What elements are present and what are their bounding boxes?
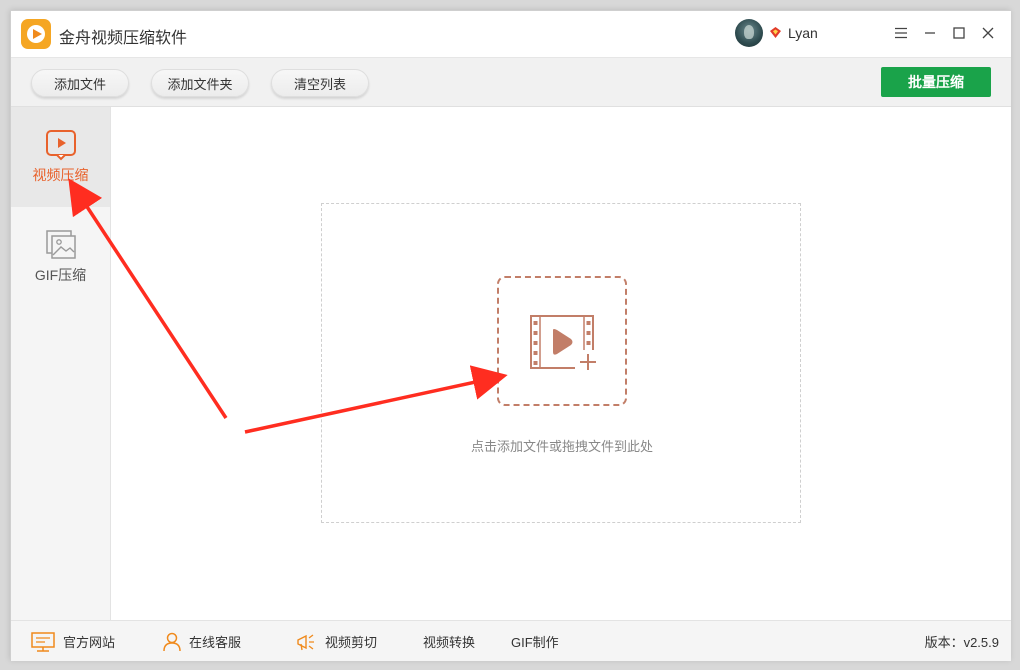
video-convert-link[interactable]: 视频转换 xyxy=(423,621,475,662)
vip-badge-icon xyxy=(770,27,781,38)
megaphone-icon xyxy=(297,633,314,650)
add-video-button[interactable] xyxy=(497,276,627,406)
website-label: 官方网站 xyxy=(63,635,116,650)
batch-compress-button[interactable]: 批量压缩 xyxy=(881,67,991,97)
minimize-icon[interactable] xyxy=(920,23,940,43)
support-label: 在线客服 xyxy=(189,635,242,650)
status-bar: 官方网站 在线客服 视频剪切 视频转换 GIF制作 版本：v2.5.9 xyxy=(11,620,1011,661)
version-label: 版本：v2.5.9 xyxy=(924,635,999,650)
menu-icon[interactable] xyxy=(891,23,911,43)
video-cut-label: 视频剪切 xyxy=(325,635,378,650)
main-content: 点击添加文件或拖拽文件到此处 xyxy=(111,107,1011,620)
sidebar-item-gif-compress[interactable]: GIF压缩 xyxy=(11,207,110,307)
official-website-link[interactable]: 官方网站 xyxy=(31,621,115,662)
image-icon xyxy=(46,230,76,259)
app-title: 金舟视频压缩软件 xyxy=(59,30,188,47)
close-icon[interactable] xyxy=(978,23,998,43)
title-bar: 金舟视频压缩软件 Lyan xyxy=(11,11,1011,57)
drop-zone[interactable]: 点击添加文件或拖拽文件到此处 xyxy=(321,203,801,523)
app-window: 金舟视频压缩软件 Lyan 添加文件 添加文件夹 清空列表 批量压缩 视频压缩 … xyxy=(10,10,1011,661)
username[interactable]: Lyan xyxy=(788,25,818,41)
monitor-icon xyxy=(31,631,55,652)
online-support-link[interactable]: 在线客服 xyxy=(163,621,241,662)
video-cut-link[interactable]: 视频剪切 xyxy=(295,621,377,662)
gif-make-link[interactable]: GIF制作 xyxy=(511,621,559,662)
video-play-icon xyxy=(46,130,76,161)
user-icon xyxy=(163,632,181,651)
sidebar-item-label: 视频压缩 xyxy=(32,167,89,183)
sidebar-item-label: GIF压缩 xyxy=(34,267,87,283)
app-logo-icon xyxy=(21,19,51,49)
maximize-icon[interactable] xyxy=(949,23,969,43)
clear-list-button[interactable]: 清空列表 xyxy=(271,69,369,97)
drop-hint: 点击添加文件或拖拽文件到此处 xyxy=(470,439,653,454)
add-file-button[interactable]: 添加文件 xyxy=(31,69,129,97)
sidebar: 视频压缩 GIF压缩 xyxy=(11,107,111,620)
video-add-icon xyxy=(530,315,596,370)
toolbar: 添加文件 添加文件夹 清空列表 批量压缩 xyxy=(11,57,1011,107)
sidebar-item-video-compress[interactable]: 视频压缩 xyxy=(11,107,110,207)
avatar[interactable] xyxy=(735,19,763,47)
add-folder-button[interactable]: 添加文件夹 xyxy=(151,69,249,97)
